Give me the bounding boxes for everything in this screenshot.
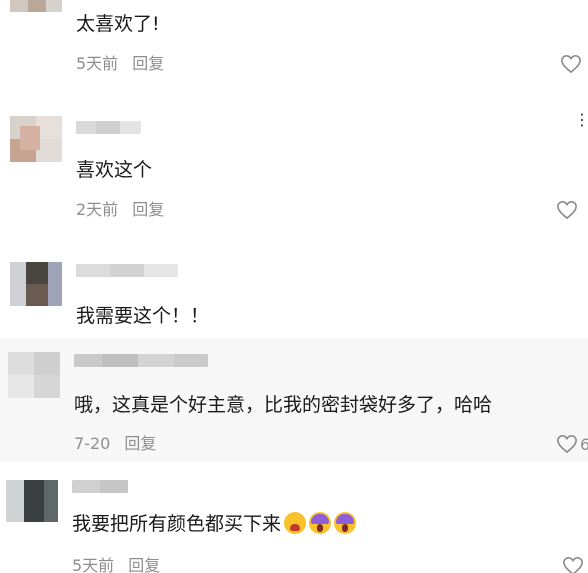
- reply-button[interactable]: 回复: [132, 54, 164, 73]
- like-button[interactable]: [562, 556, 584, 573]
- comment-time: 5天前: [72, 556, 115, 573]
- heart-icon: [557, 200, 577, 220]
- heart-icon: [563, 556, 583, 573]
- comment-text: 太喜欢了!: [76, 13, 160, 35]
- comment-meta: 2天前 回复: [76, 200, 164, 220]
- comment-text: 我需要这个！！: [76, 305, 210, 327]
- screaming-face-emoji: [309, 512, 332, 534]
- like-button[interactable]: [556, 200, 580, 220]
- reply-button[interactable]: 回复: [128, 556, 160, 573]
- avatar[interactable]: [6, 480, 58, 522]
- comment-item: 太喜欢了! 5天前 回复: [0, 0, 588, 100]
- heart-icon: [557, 434, 577, 454]
- comment-item: 我需要这个！！: [0, 248, 588, 338]
- avatar[interactable]: [10, 116, 62, 162]
- avatar[interactable]: [10, 0, 62, 12]
- comment-meta: 5天前 回复: [72, 556, 160, 573]
- heart-icon: [561, 54, 581, 74]
- comment-time: 5天前: [76, 54, 119, 73]
- username-blurred: [76, 264, 178, 277]
- comment-text-body: 我要把所有颜色都买下来: [72, 513, 282, 535]
- username-blurred: [72, 480, 128, 493]
- comment-text: 哦，这真是个好主意，比我的密封袋好多了，哈哈: [74, 394, 493, 416]
- comment-item: 我要把所有颜色都买下来 5天前 回复: [0, 462, 588, 573]
- comment-meta: 5天前 回复: [76, 54, 164, 74]
- like-button[interactable]: [560, 54, 584, 74]
- comment-time: 7-20: [74, 434, 111, 453]
- like-count: 6: [580, 434, 588, 454]
- comment-text: 喜欢这个: [76, 159, 153, 181]
- avatar[interactable]: [10, 262, 62, 306]
- avatar[interactable]: [8, 352, 60, 398]
- screaming-face-emoji: [334, 512, 357, 534]
- comment-item: 哦，这真是个好主意，比我的密封袋好多了，哈哈 7-20 回复 6: [0, 338, 588, 462]
- like-button[interactable]: 6: [556, 434, 588, 454]
- comment-text: 我要把所有颜色都买下来: [72, 512, 357, 536]
- reply-button[interactable]: 回复: [124, 434, 156, 453]
- comment-item: ⋮ 喜欢这个 2天前 回复: [0, 100, 588, 248]
- reply-button[interactable]: 回复: [132, 200, 164, 219]
- username-blurred: [74, 354, 208, 367]
- comment-meta: 7-20 回复: [74, 434, 156, 454]
- comment-time: 2天前: [76, 200, 119, 219]
- tired-face-emoji: [284, 512, 307, 534]
- username-blurred: [76, 121, 141, 134]
- more-menu-icon[interactable]: ⋮: [574, 110, 588, 129]
